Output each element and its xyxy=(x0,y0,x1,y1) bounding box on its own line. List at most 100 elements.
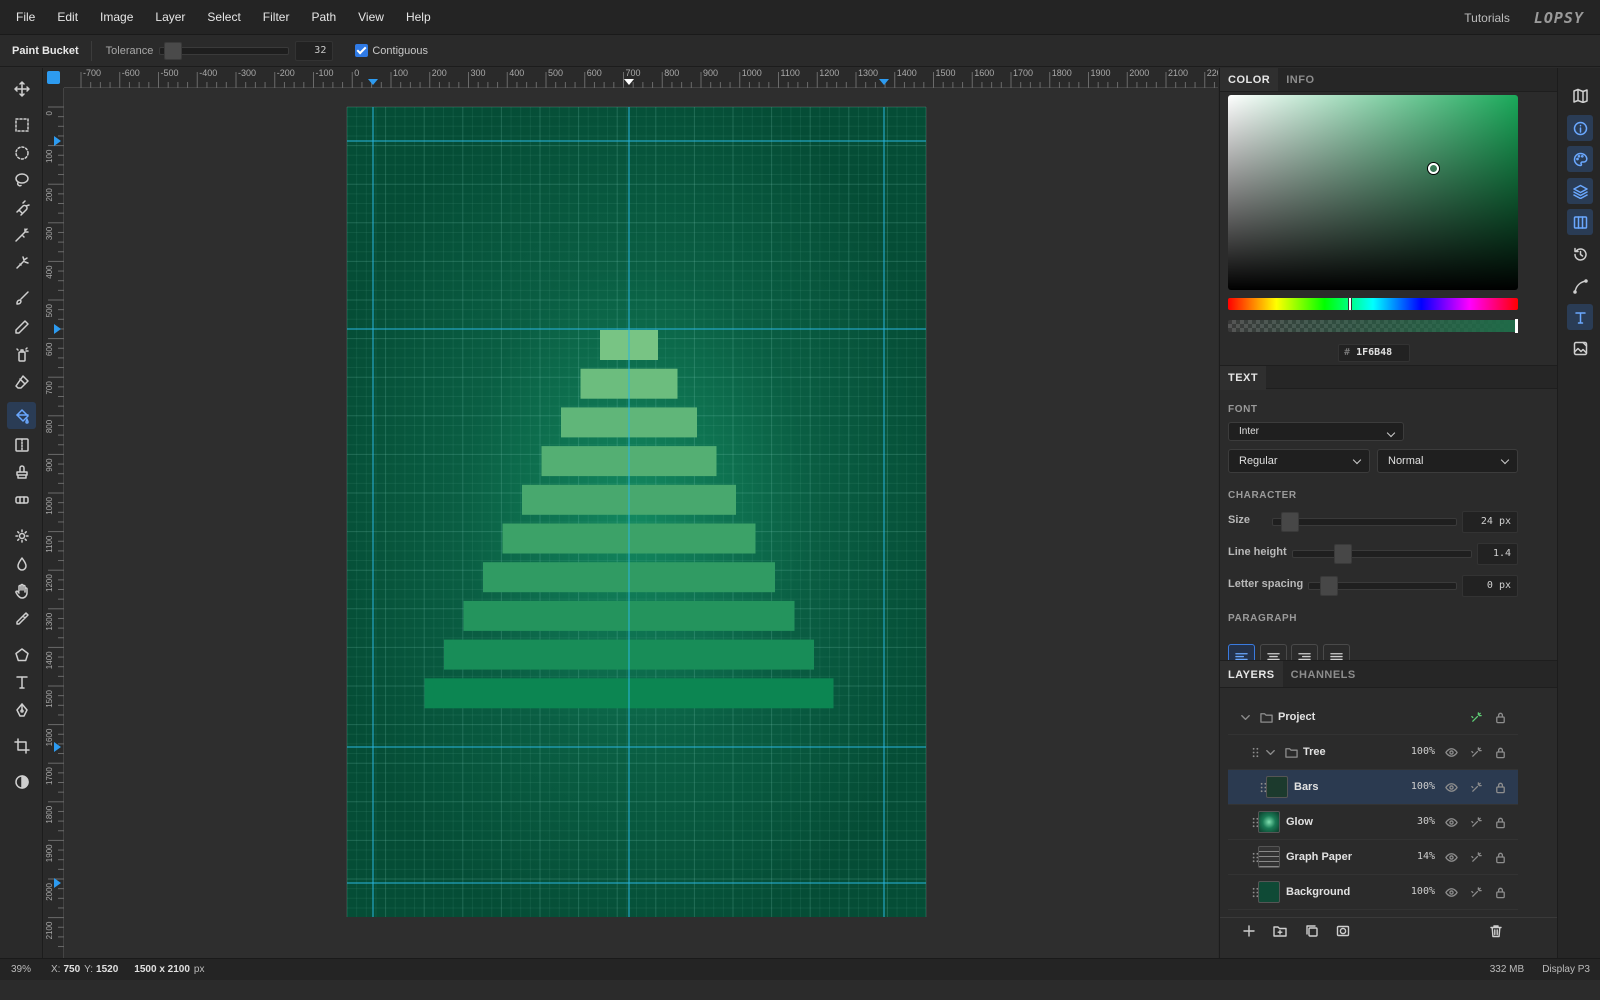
healing-tool[interactable] xyxy=(7,486,36,513)
line-height-input[interactable]: 1.4 xyxy=(1477,543,1518,565)
lock-icon[interactable] xyxy=(1493,885,1507,899)
menu-view[interactable]: View xyxy=(347,0,395,35)
chevron-down-icon[interactable] xyxy=(1263,745,1277,759)
gradient-tool[interactable] xyxy=(7,431,36,458)
font-family-select[interactable]: Inter xyxy=(1228,422,1404,441)
lock-icon[interactable] xyxy=(1493,710,1507,724)
columns-panel-toggle[interactable] xyxy=(1567,209,1593,235)
layer-opacity[interactable]: 100% xyxy=(1403,886,1435,897)
fx-icon[interactable] xyxy=(1469,780,1483,794)
tab-text[interactable]: TEXT xyxy=(1220,366,1267,390)
brush-tool[interactable] xyxy=(7,284,36,311)
magic-wand-tool[interactable] xyxy=(7,221,36,248)
eyedropper-tool[interactable] xyxy=(7,605,36,632)
fx-icon[interactable] xyxy=(1469,710,1483,724)
letter-spacing-input[interactable]: 0 px xyxy=(1462,575,1518,597)
fx-icon[interactable] xyxy=(1469,850,1483,864)
layer-row-glow[interactable]: Glow 30% xyxy=(1228,805,1518,840)
spray-tool[interactable] xyxy=(7,340,36,367)
layer-row-tree[interactable]: Tree 100% xyxy=(1228,735,1518,770)
blur-tool[interactable] xyxy=(7,550,36,577)
tutorials-link[interactable]: Tutorials xyxy=(1464,11,1510,25)
move-tool[interactable] xyxy=(7,75,36,102)
marquee-ellipse-tool[interactable] xyxy=(7,139,36,166)
layer-row-graph-paper[interactable]: Graph Paper 14% xyxy=(1228,840,1518,875)
fx-icon[interactable] xyxy=(1469,815,1483,829)
eye-icon[interactable] xyxy=(1444,815,1458,829)
pencil-tool[interactable] xyxy=(7,313,36,340)
lock-icon[interactable] xyxy=(1493,815,1507,829)
color-picker[interactable] xyxy=(1228,95,1518,290)
eye-icon[interactable] xyxy=(1444,780,1458,794)
layer-opacity[interactable]: 14% xyxy=(1403,851,1435,862)
menu-file[interactable]: File xyxy=(0,0,46,35)
menu-edit[interactable]: Edit xyxy=(46,0,89,35)
layer-opacity[interactable]: 100% xyxy=(1403,781,1435,792)
hue-slider[interactable] xyxy=(1228,297,1518,311)
hex-input[interactable]: # 1F6B48 xyxy=(1338,344,1410,362)
drag-handle-icon[interactable] xyxy=(1248,745,1262,759)
line-height-slider-knob[interactable] xyxy=(1334,544,1352,564)
pen-tool[interactable] xyxy=(7,696,36,723)
font-weight-select[interactable]: Regular xyxy=(1228,449,1370,473)
history-panel-toggle[interactable] xyxy=(1567,241,1593,267)
layer-opacity[interactable]: 30% xyxy=(1403,816,1435,827)
chevron-down-icon[interactable] xyxy=(1238,710,1252,724)
text-panel-toggle[interactable] xyxy=(1567,304,1593,330)
tab-color[interactable]: COLOR xyxy=(1220,68,1279,91)
color-picker-cursor[interactable] xyxy=(1428,163,1439,174)
lock-icon[interactable] xyxy=(1493,780,1507,794)
contrast-tool[interactable] xyxy=(7,768,36,795)
crop-tool[interactable] xyxy=(7,732,36,759)
tolerance-slider[interactable] xyxy=(159,41,290,60)
tab-info[interactable]: INFO xyxy=(1278,68,1322,91)
marquee-rect-tool[interactable] xyxy=(7,111,36,138)
line-height-slider[interactable] xyxy=(1292,544,1472,564)
document-canvas[interactable] xyxy=(64,88,1218,958)
alpha-slider-knob[interactable] xyxy=(1515,319,1518,333)
lasso-tool[interactable] xyxy=(7,166,36,193)
quick-select-tool[interactable] xyxy=(7,249,36,276)
duplicate-layer-button[interactable] xyxy=(1301,920,1323,942)
hue-slider-knob[interactable] xyxy=(1348,297,1352,311)
eraser-tool[interactable] xyxy=(7,368,36,395)
alpha-slider[interactable] xyxy=(1228,319,1518,333)
layer-row-project[interactable]: Project xyxy=(1228,700,1518,735)
eye-icon[interactable] xyxy=(1444,745,1458,759)
delete-layer-button[interactable] xyxy=(1485,920,1507,942)
magnetic-lasso-tool[interactable] xyxy=(7,194,36,221)
font-size-input[interactable]: 24 px xyxy=(1462,511,1518,533)
tolerance-slider-knob[interactable] xyxy=(164,41,183,60)
clone-stamp-tool[interactable] xyxy=(7,458,36,485)
menu-image[interactable]: Image xyxy=(89,0,144,35)
palette-panel-toggle[interactable] xyxy=(1567,146,1593,172)
layer-opacity[interactable]: 100% xyxy=(1403,746,1435,757)
vertical-ruler[interactable]: 0 100 200 300 400 500 600 700 800 900 1000 1100 1200… xyxy=(44,88,64,958)
layers-panel-toggle[interactable] xyxy=(1567,178,1593,204)
fx-icon[interactable] xyxy=(1469,745,1483,759)
layer-mask-button[interactable] xyxy=(1332,920,1354,942)
contiguous-checkbox[interactable] xyxy=(355,44,369,57)
canvas-area[interactable] xyxy=(64,88,1218,958)
font-style-select[interactable]: Normal xyxy=(1377,449,1518,473)
eye-icon[interactable] xyxy=(1444,850,1458,864)
paint-bucket-tool[interactable] xyxy=(7,402,36,429)
tab-channels[interactable]: CHANNELS xyxy=(1283,661,1364,687)
add-layer-button[interactable] xyxy=(1238,920,1260,942)
menu-layer[interactable]: Layer xyxy=(144,0,196,35)
font-size-slider-knob[interactable] xyxy=(1281,512,1299,532)
hand-tool[interactable] xyxy=(7,577,36,604)
font-size-slider[interactable] xyxy=(1272,512,1457,532)
menu-select[interactable]: Select xyxy=(196,0,251,35)
info-panel-toggle[interactable] xyxy=(1567,115,1593,141)
fx-icon[interactable] xyxy=(1469,885,1483,899)
horizontal-ruler[interactable]: -700 -600 -500 -400 -300 -200 -100 0 100 200 300 40… xyxy=(64,68,1235,88)
curve-panel-toggle[interactable] xyxy=(1567,273,1593,299)
map-panel-toggle[interactable] xyxy=(1567,82,1593,108)
dodge-tool[interactable] xyxy=(7,522,36,549)
polygon-tool[interactable] xyxy=(7,641,36,668)
layer-row-background[interactable]: Background 100% xyxy=(1228,875,1518,910)
ruler-corner[interactable] xyxy=(44,68,64,88)
menu-path[interactable]: Path xyxy=(300,0,347,35)
tab-layers[interactable]: LAYERS xyxy=(1220,661,1283,687)
